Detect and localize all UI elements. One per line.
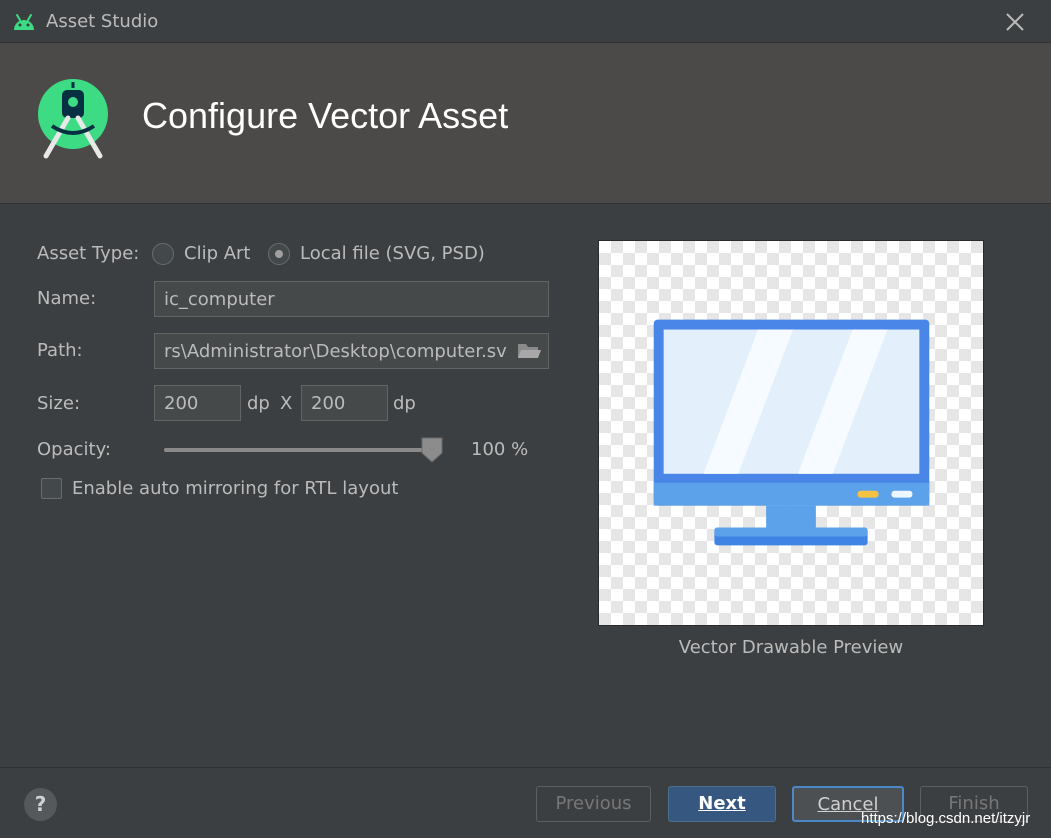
height-input[interactable] (301, 385, 388, 421)
radio-clip-art-label[interactable]: Clip Art (184, 243, 251, 264)
preview-label: Vector Drawable Preview (678, 637, 904, 658)
height-unit: dp (393, 393, 416, 414)
help-button[interactable]: ? (24, 788, 57, 821)
window-title: Asset Studio (46, 11, 159, 32)
asset-type-label: Asset Type: (37, 243, 140, 264)
close-icon[interactable] (1002, 9, 1028, 35)
rtl-mirroring-label[interactable]: Enable auto mirroring for RTL layout (72, 478, 398, 499)
width-input[interactable] (154, 385, 241, 421)
vector-preview (598, 240, 984, 626)
radio-local-file-label[interactable]: Local file (SVG, PSD) (300, 243, 485, 264)
page-title: Configure Vector Asset (142, 95, 509, 136)
previous-button[interactable]: Previous (536, 786, 651, 822)
folder-icon[interactable] (516, 340, 542, 362)
opacity-value: 100 % (471, 439, 529, 460)
size-separator: X (280, 393, 293, 414)
title-bar: Asset Studio (0, 0, 1051, 42)
next-button[interactable]: Next (668, 786, 776, 822)
name-input[interactable] (154, 281, 549, 317)
path-input[interactable] (154, 333, 549, 369)
name-label: Name: (37, 288, 97, 309)
path-label: Path: (37, 340, 83, 361)
width-unit: dp (247, 393, 270, 414)
opacity-slider-fill (164, 448, 432, 452)
opacity-slider-thumb[interactable] (421, 437, 443, 463)
computer-monitor-icon (653, 319, 930, 546)
radio-local-file[interactable] (268, 243, 290, 265)
rtl-mirroring-checkbox[interactable] (41, 478, 62, 499)
android-studio-logo (38, 79, 108, 159)
size-label: Size: (37, 393, 81, 414)
form-area: Asset Type: Clip Art Local file (SVG, PS… (0, 205, 1051, 767)
wizard-footer: ? Previous Next Cancel Finish https://bl… (0, 767, 1051, 838)
wizard-header: Configure Vector Asset (0, 42, 1051, 204)
radio-clip-art[interactable] (152, 243, 174, 265)
watermark: https://blog.csdn.net/itzyjr (861, 810, 1031, 827)
opacity-slider[interactable] (164, 448, 432, 452)
opacity-label: Opacity: (37, 439, 111, 460)
android-icon (14, 14, 34, 30)
